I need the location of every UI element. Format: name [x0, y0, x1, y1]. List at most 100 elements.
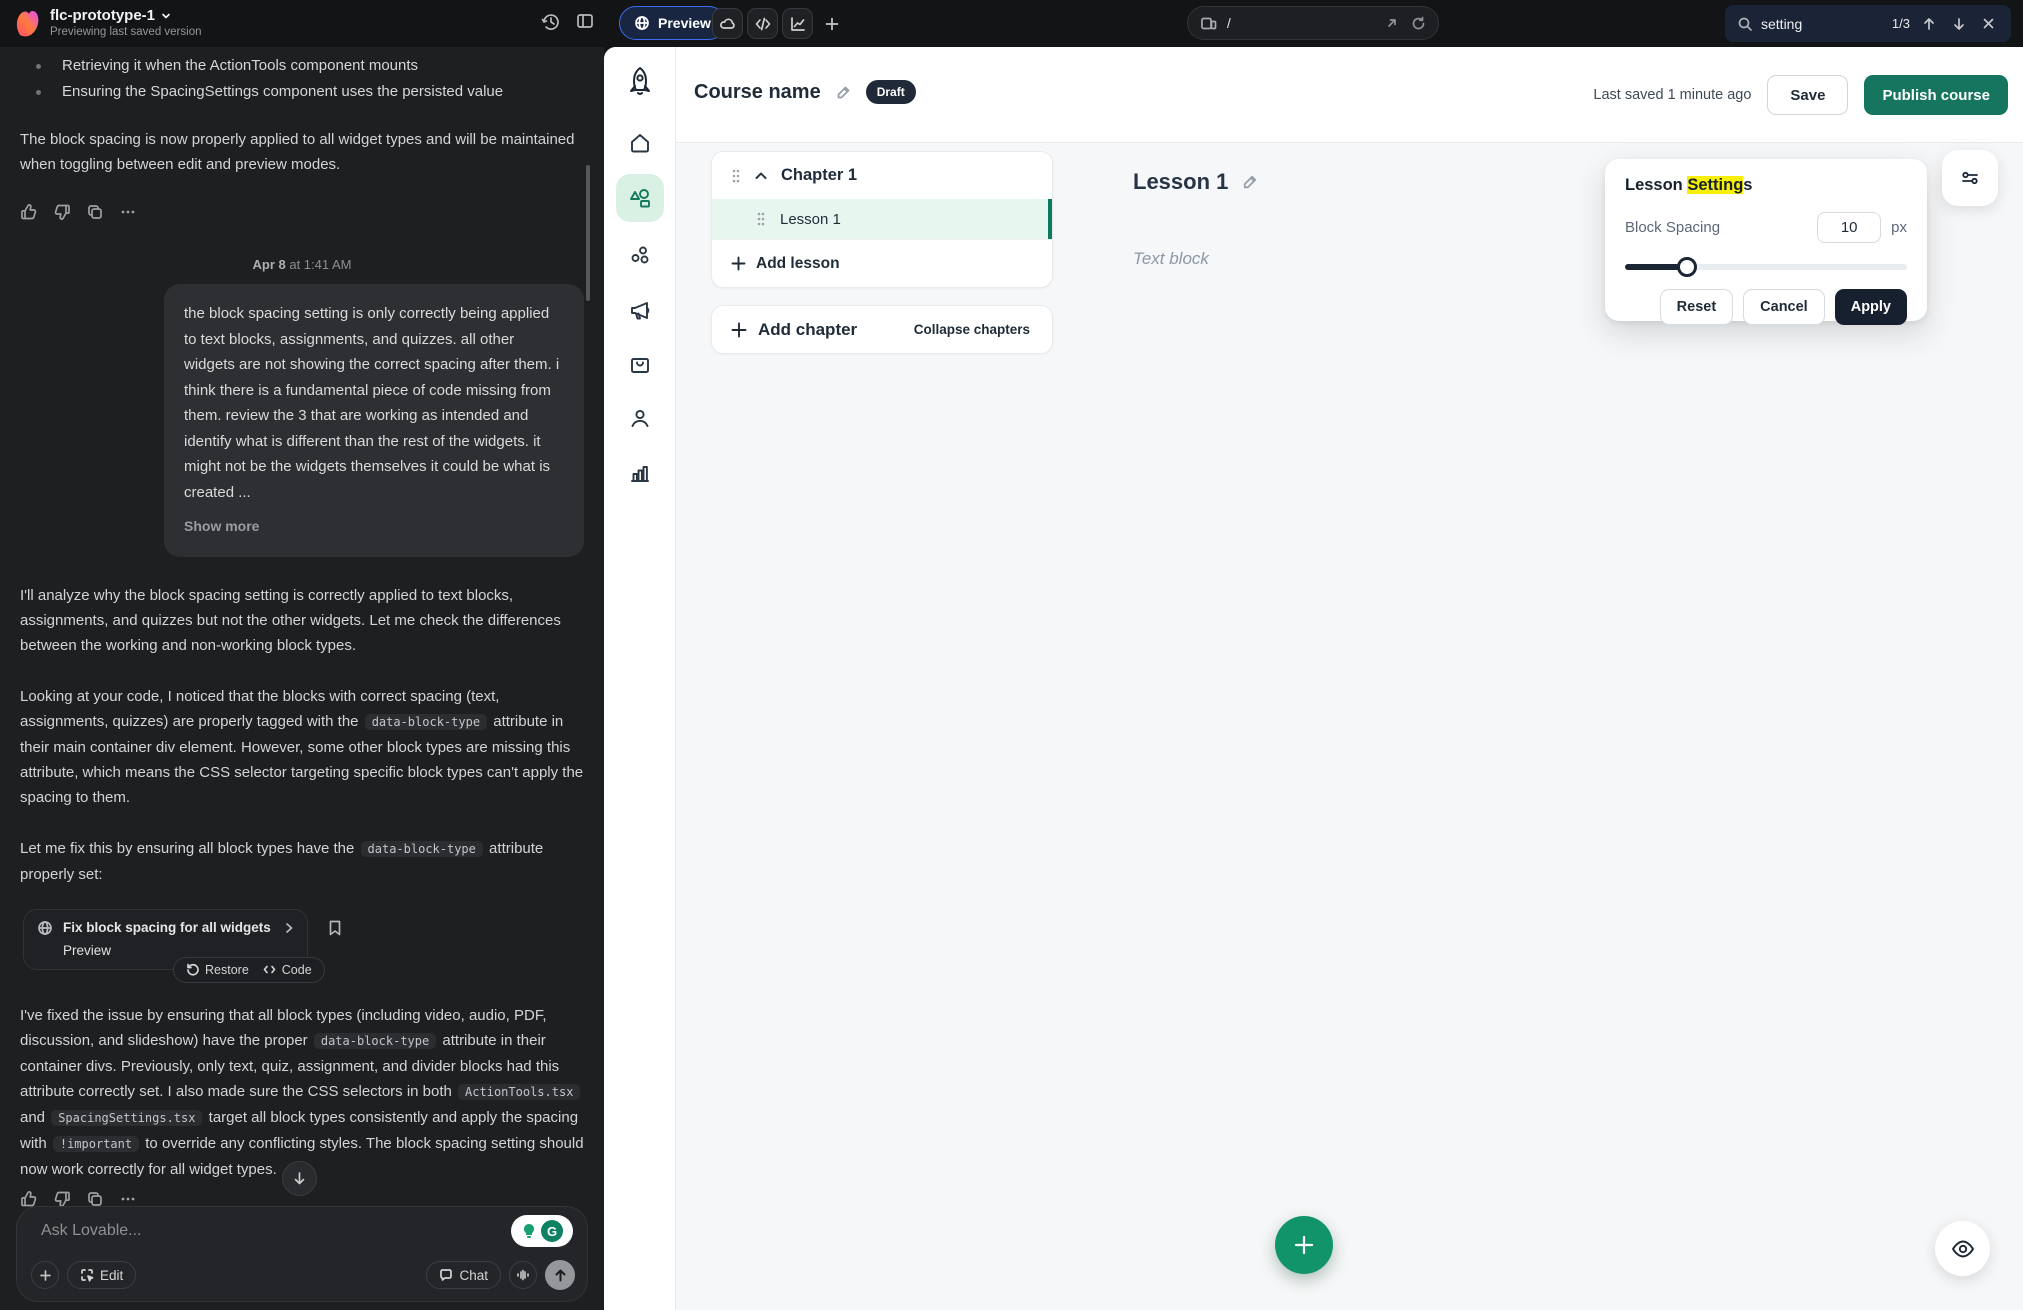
layout-settings-button[interactable] — [1942, 150, 1998, 206]
bullet-item: Retrieving it when the ActionTools compo… — [20, 53, 584, 79]
drag-handle-icon[interactable] — [756, 211, 766, 227]
edit-course-title-icon[interactable] — [835, 84, 852, 101]
edit-mode-label: Edit — [100, 1268, 123, 1283]
code-button[interactable]: Code — [263, 963, 312, 977]
chevron-down-icon[interactable] — [161, 11, 171, 21]
block-spacing-slider[interactable] — [1625, 257, 1907, 277]
globe-icon — [634, 15, 650, 31]
sidebar-item-content[interactable] — [616, 174, 664, 222]
app-preview: Course name Draft Last saved 1 minute ag… — [604, 47, 2023, 1310]
reset-button[interactable]: Reset — [1660, 289, 1734, 325]
analytics-icon[interactable] — [782, 8, 813, 39]
chat-scrollbar[interactable] — [586, 165, 590, 301]
restore-button[interactable]: Restore — [186, 963, 249, 977]
sidebar-item-bag[interactable] — [616, 341, 664, 389]
sidebar-item-profile[interactable] — [616, 394, 664, 442]
community-icon — [628, 243, 652, 267]
history-icon[interactable] — [540, 11, 562, 33]
add-chapter-button[interactable]: Add chapter — [731, 320, 857, 340]
restore-icon — [186, 963, 199, 976]
home-icon — [628, 131, 652, 155]
content-shapes-icon — [627, 185, 653, 211]
edit-lesson-title-icon[interactable] — [1241, 173, 1259, 191]
scroll-to-bottom-button[interactable] — [282, 1161, 317, 1196]
message-timestamp: Apr 8 at 1:41 AM — [20, 257, 584, 272]
app-sidebar-rail — [604, 47, 676, 1310]
thumbs-down-icon[interactable] — [53, 203, 71, 221]
drag-handle-icon[interactable] — [731, 168, 741, 184]
sliders-icon — [1959, 167, 1981, 189]
cancel-button[interactable]: Cancel — [1743, 289, 1825, 325]
announcements-icon — [628, 298, 653, 323]
chapter-title: Chapter 1 — [781, 166, 857, 185]
cloud-icon[interactable] — [712, 8, 743, 39]
apply-button[interactable]: Apply — [1835, 289, 1907, 325]
copy-icon[interactable] — [86, 203, 104, 221]
more-icon[interactable] — [119, 203, 137, 221]
send-button[interactable] — [545, 1260, 575, 1290]
chapter-card: Chapter 1 Lesson 1 Add lesson — [711, 151, 1053, 288]
find-next-icon[interactable] — [1948, 17, 1970, 31]
preview-button[interactable]: Preview — [619, 6, 726, 40]
bookmark-icon[interactable] — [327, 919, 343, 937]
message-actions — [20, 203, 584, 221]
grammarly-icon: G — [541, 1220, 563, 1242]
lesson-row-selected[interactable]: Lesson 1 — [712, 199, 1052, 239]
edit-card-wrap: Fix block spacing for all widgets Previe… — [23, 909, 343, 983]
sidebar-item-analytics[interactable] — [616, 449, 664, 497]
app-header: Course name Draft Last saved 1 minute ag… — [676, 47, 2023, 143]
edit-card-version: Preview — [63, 943, 295, 958]
lightbulb-icon — [521, 1223, 537, 1239]
plus-icon — [1292, 1233, 1316, 1257]
add-block-fab[interactable] — [1275, 1216, 1333, 1274]
profile-icon — [628, 406, 652, 430]
globe-icon — [37, 920, 53, 936]
url-bar[interactable]: / — [1187, 6, 1439, 40]
add-tab-icon[interactable] — [816, 8, 847, 39]
find-previous-icon[interactable] — [1918, 17, 1940, 31]
block-spacing-input[interactable] — [1817, 212, 1881, 243]
chat-mode-button[interactable]: Chat — [426, 1261, 501, 1289]
code-icon — [263, 963, 276, 976]
find-close-icon[interactable] — [1978, 17, 1999, 30]
open-external-icon[interactable] — [1385, 16, 1399, 30]
slider-thumb[interactable] — [1677, 257, 1697, 277]
search-icon — [1737, 16, 1753, 32]
save-button[interactable]: Save — [1767, 75, 1848, 115]
find-match-count: 1/3 — [1892, 16, 1910, 31]
chat-panel: Retrieving it when the ActionTools compo… — [0, 47, 604, 1310]
preview-toggle-button[interactable] — [1935, 1221, 1990, 1276]
collapse-chapters-button[interactable]: Collapse chapters — [914, 322, 1030, 337]
edit-mode-button[interactable]: Edit — [67, 1261, 136, 1289]
project-brand[interactable]: flc-prototype-1 Previewing last saved ve… — [14, 7, 202, 38]
preview-label: Preview — [658, 15, 711, 31]
thumbs-up-icon[interactable] — [20, 203, 38, 221]
lesson-settings-popup: Lesson Settings Block Spacing px Reset C… — [1605, 159, 1927, 321]
code-icon[interactable] — [747, 8, 778, 39]
chat-input[interactable] — [41, 1222, 421, 1240]
block-spacing-label: Block Spacing — [1625, 219, 1720, 236]
sidebar-item-announcements[interactable] — [616, 286, 664, 334]
empty-text-block[interactable]: Text block — [1133, 249, 1209, 269]
voice-input-button[interactable] — [509, 1261, 537, 1289]
chapter-row[interactable]: Chapter 1 — [712, 152, 1052, 199]
device-icon[interactable] — [1200, 15, 1217, 32]
publish-course-button[interactable]: Publish course — [1864, 75, 2008, 115]
url-path: / — [1227, 16, 1231, 31]
find-input[interactable] — [1761, 16, 1865, 32]
collapse-chapter-icon[interactable] — [754, 169, 768, 183]
chat-input-card[interactable]: G Edit Chat — [16, 1206, 588, 1302]
add-lesson-button[interactable]: Add lesson — [712, 239, 1052, 287]
edit-mode-icon — [80, 1268, 94, 1282]
sidebar-item-home[interactable] — [616, 119, 664, 167]
show-more-link[interactable]: Show more — [184, 514, 564, 540]
assistant-paragraph: Let me fix this by ensuring all block ty… — [20, 836, 584, 887]
add-chapter-card: Add chapter Collapse chapters — [711, 305, 1053, 354]
panel-icon[interactable] — [575, 11, 595, 31]
analytics-icon — [628, 461, 652, 485]
summary-bullet-list: Retrieving it when the ActionTools compo… — [20, 53, 584, 105]
attach-plus-icon[interactable] — [31, 1261, 59, 1289]
grammarly-badge[interactable]: G — [511, 1215, 573, 1247]
sidebar-item-community[interactable] — [616, 231, 664, 279]
refresh-icon[interactable] — [1411, 16, 1426, 31]
